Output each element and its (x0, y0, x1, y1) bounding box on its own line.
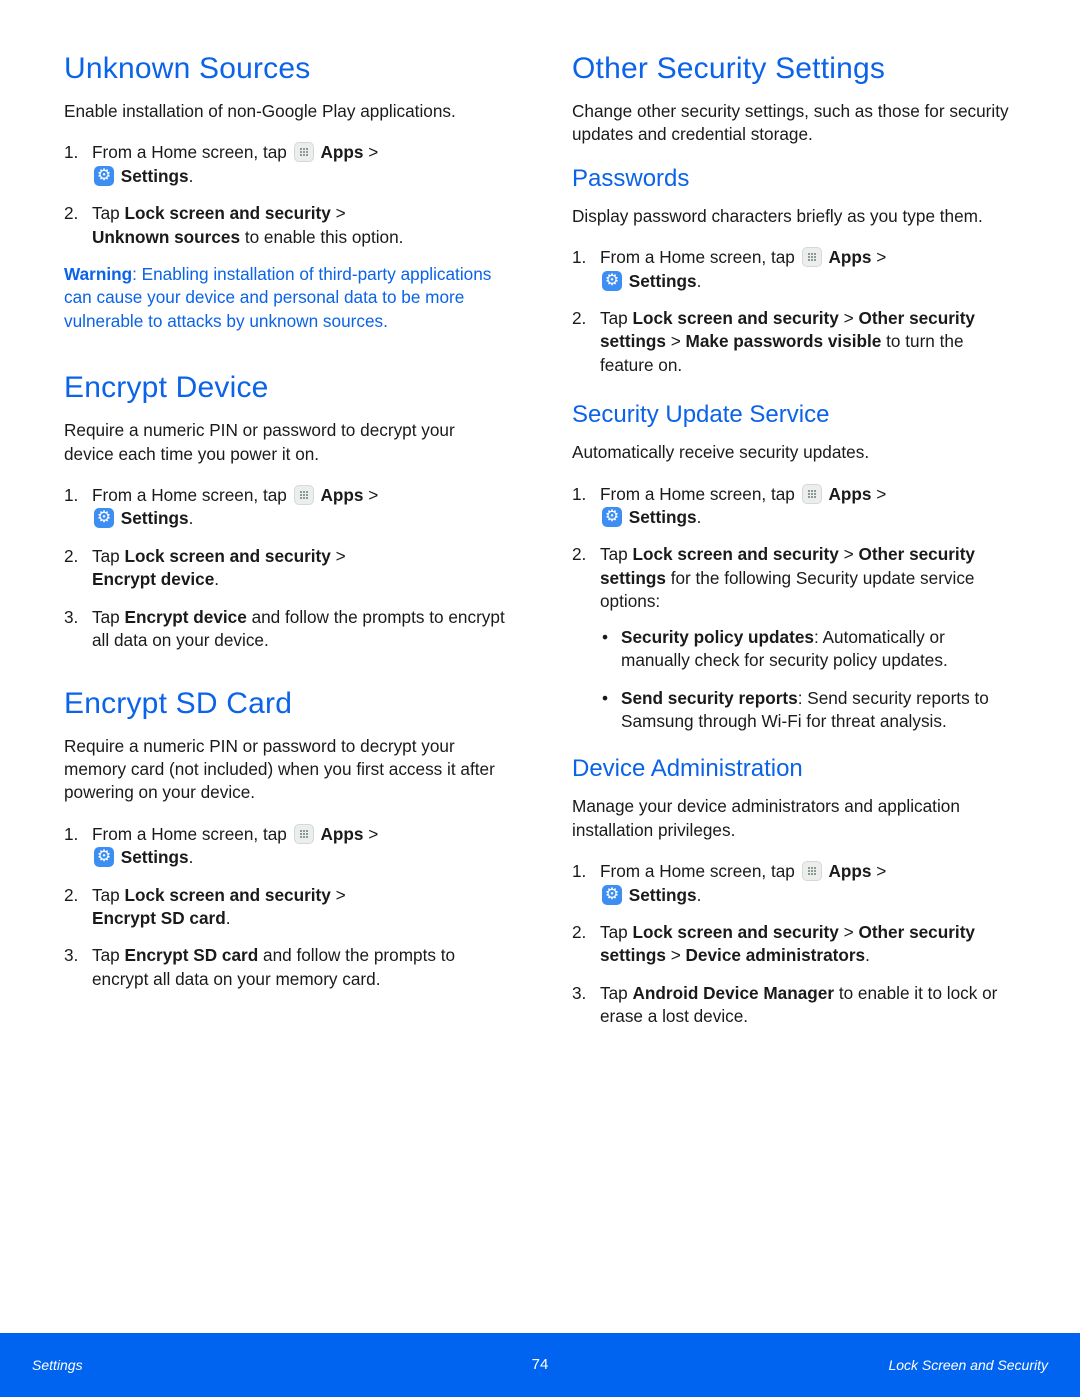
step: 2. Tap Lock screen and security > Other s… (572, 921, 975, 966)
page-footer: Settings 74 Lock Screen and Security (0, 1333, 1080, 1397)
apps-icon (293, 142, 314, 163)
intro-encrypt-sd-card: Require a numeric PIN or password to dec… (64, 735, 495, 803)
update-options-list: • Security policy updates: Automatically … (593, 626, 1017, 734)
intro-other-security-settings: Change other security settings, such as … (572, 101, 1009, 145)
bullet-icon: • (602, 687, 609, 708)
bullet-item: • Send security reports: Send security re… (602, 687, 989, 731)
bullet-item: • Security policy updates: Automatically … (602, 626, 948, 671)
heading-security-update-service: Security Update Service (572, 401, 830, 429)
intro-encrypt-device: Require a numeric PIN or password to dec… (64, 420, 455, 464)
step: 2. Tap Lock screen and security > Other s… (572, 544, 975, 612)
intro-security-update-service: Automatically receive security updates. (572, 442, 870, 463)
steps-passwords: 1.From a Home screen, tap Apps > Setting… (572, 246, 1017, 377)
step: 2. Tap Lock screen and security > Encrypt … (64, 545, 346, 590)
apps-icon (801, 861, 822, 882)
intro-passwords: Display password characters briefly as y… (572, 205, 983, 226)
steps-device-administration: 1.From a Home screen, tap Apps > Setting… (572, 860, 1017, 1028)
step: 2. Tap Lock screen and security > Encrypt … (64, 884, 346, 928)
heading-encrypt-device: Encrypt Device (64, 371, 269, 405)
section-device-administration: Device Administration Manage your device… (572, 755, 1017, 1028)
step: 3. Tap Encrypt SD card and follow the pro… (64, 945, 456, 989)
apps-icon (801, 247, 822, 268)
settings-gear-icon (94, 846, 114, 868)
settings-gear-icon (602, 270, 622, 292)
steps-encrypt-device: 1.From a Home screen, tap Apps > Setting… (64, 484, 509, 652)
settings-gear-icon (94, 507, 114, 529)
step: 1.From a Home screen, tap Apps > Setting… (64, 141, 509, 188)
step: 2. Tap Lock screen and security > Unknown … (64, 203, 404, 247)
step: 1.From a Home screen, tap Apps > Setting… (572, 246, 1017, 293)
section-unknown-sources: Unknown Sources Enable installation of n… (64, 52, 509, 333)
section-encrypt-sd-card: Encrypt SD Card Require a numeric PIN or… (64, 687, 509, 992)
settings-gear-icon (602, 506, 622, 528)
heading-encrypt-sd-card: Encrypt SD Card (64, 686, 293, 720)
heading-other-security-settings: Other Security Settings (572, 52, 886, 85)
step: 2. Tap Lock screen and security > Other s… (572, 308, 975, 375)
section-encrypt-device: Encrypt Device Require a numeric PIN or … (64, 371, 509, 652)
apps-icon (801, 483, 822, 504)
section-security-update-service: Security Update Service Automatically re… (572, 401, 1017, 733)
section-other-security-settings: Other Security Settings Change other sec… (572, 52, 1017, 147)
apps-icon (293, 485, 314, 506)
step: 1.From a Home screen, tap Apps > Setting… (64, 823, 509, 870)
intro-device-administration: Manage your device administrators and ap… (572, 796, 960, 840)
bullet-icon: • (602, 626, 609, 647)
apps-icon (293, 823, 314, 844)
steps-unknown-sources: 1.From a Home screen, tap Apps > Setting… (64, 141, 509, 249)
steps-encrypt-sd-card: 1.From a Home screen, tap Apps > Setting… (64, 823, 509, 991)
intro-unknown-sources: Enable installation of non-Google Play a… (64, 101, 456, 121)
heading-device-administration: Device Administration (572, 755, 803, 783)
right-column: Other Security Settings Change other sec… (572, 52, 1017, 1047)
section-passwords: Passwords Display password characters br… (572, 165, 1017, 377)
step: 3. Tap Encrypt device and follow the prom… (64, 606, 505, 651)
step: 1.From a Home screen, tap Apps > Setting… (64, 484, 509, 531)
steps-security-update-service: 1.From a Home screen, tap Apps > Setting… (572, 483, 1017, 614)
step: 3. Tap Android Device Manager to enable i… (572, 982, 998, 1027)
step: 1.From a Home screen, tap Apps > Setting… (572, 860, 1017, 907)
settings-gear-icon (602, 884, 622, 906)
left-column: Unknown Sources Enable installation of n… (64, 52, 509, 1021)
heading-passwords: Passwords (572, 164, 690, 192)
footer-section: Lock Screen and Security (888, 1357, 1048, 1373)
settings-gear-icon (94, 165, 114, 187)
step: 1.From a Home screen, tap Apps > Setting… (572, 483, 1017, 530)
warning-note: Warning: Enabling installation of third-… (64, 264, 492, 331)
heading-unknown-sources: Unknown Sources (64, 52, 311, 85)
